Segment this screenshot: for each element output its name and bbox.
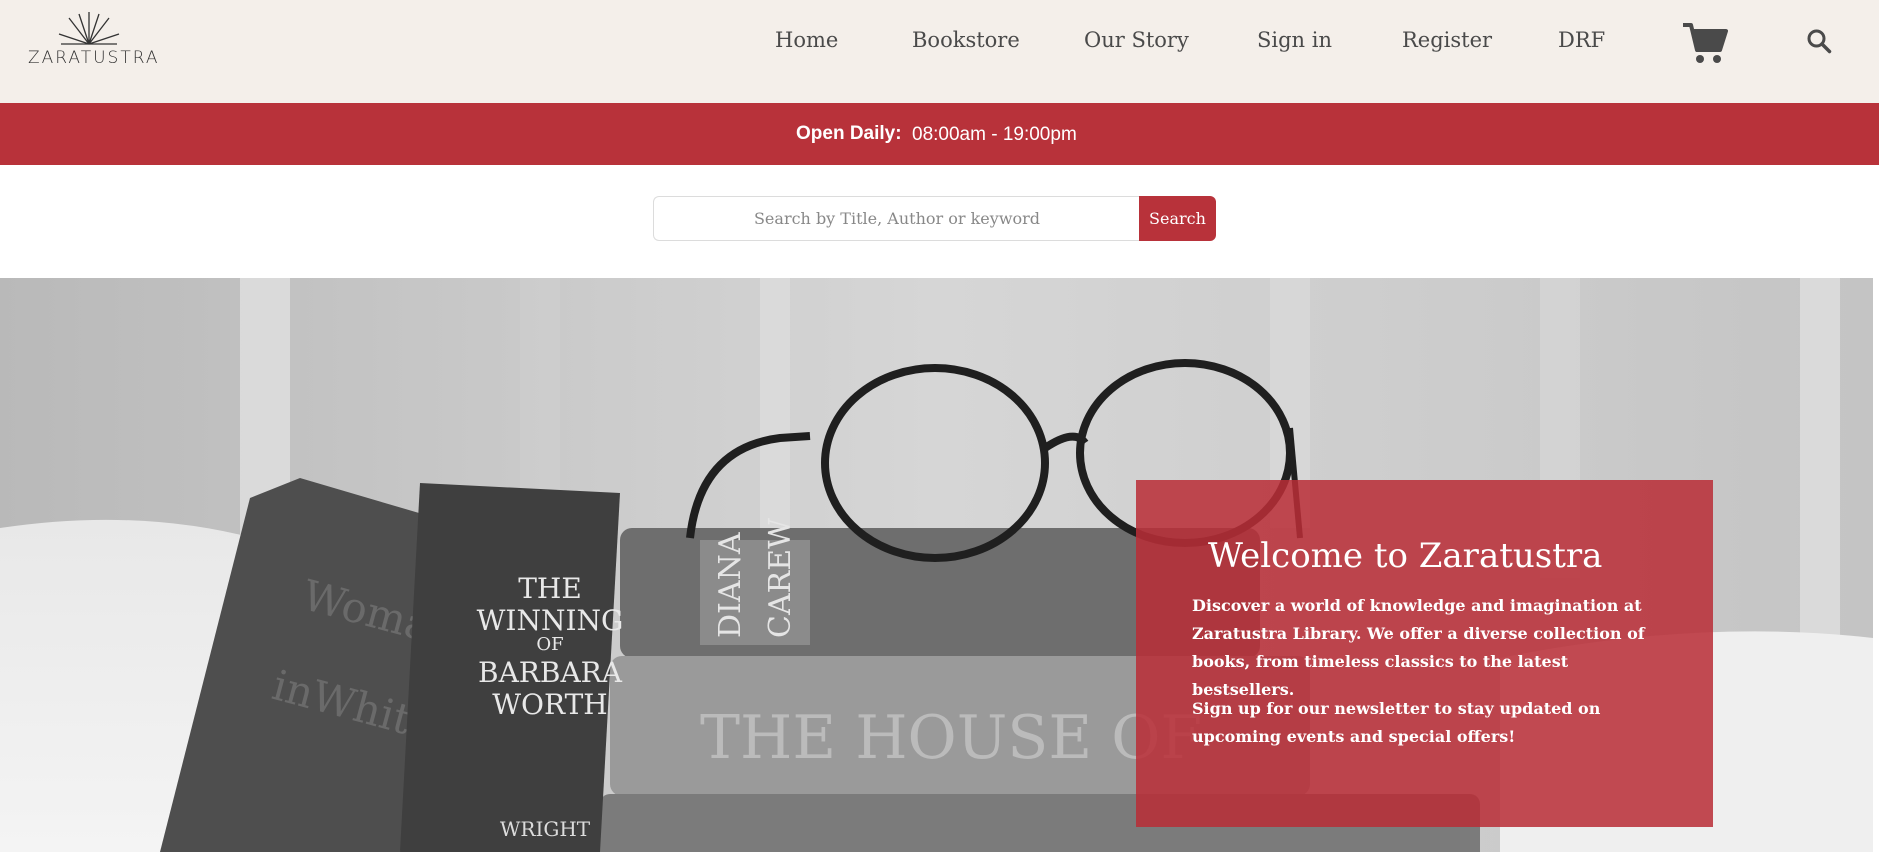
svg-text:DIANA: DIANA [713,532,748,638]
site-header: ZARATUSTRA Home Bookstore Our Story Sign… [0,0,1879,103]
newsletter-invite: Sign up for our newsletter to stay updat… [1192,699,1601,746]
nav-sign-in[interactable]: Sign in [1257,28,1332,52]
nav-bookstore[interactable]: Bookstore [912,28,1020,52]
nav-register[interactable]: Register [1402,28,1492,52]
svg-text:WRIGHT: WRIGHT [500,817,591,841]
brand-name: ZARATUSTRA [28,48,160,68]
svg-text:CAREW: CAREW [763,518,798,638]
magnifier-icon[interactable] [1806,28,1832,54]
welcome-title: Welcome to Zaratustra [1208,536,1603,576]
svg-text:THE HOUSE OF: THE HOUSE OF [700,703,1202,773]
shopping-cart-icon[interactable] [1682,22,1728,64]
welcome-card: Welcome to Zaratustra Discover a world o… [1136,480,1713,827]
hero-section: DIANA CAREW THE HOUSE OF Woman inWhite T… [0,278,1873,852]
svg-text:THE: THE [518,572,582,605]
search-input[interactable] [653,196,1140,241]
brand-logo[interactable]: ZARATUSTRA [28,12,160,74]
nav-drf[interactable]: DRF [1558,28,1605,52]
svg-text:BARBARA: BARBARA [478,656,623,689]
search-bar: Search [653,196,1216,241]
opening-hours-label: Open Daily: [796,123,902,144]
nav-our-story[interactable]: Our Story [1084,28,1189,52]
nav-home[interactable]: Home [775,28,838,52]
opening-hours-value: 08:00am - 19:00pm [912,124,1077,145]
welcome-description: Discover a world of knowledge and imagin… [1192,596,1645,699]
opening-hours-banner: Open Daily: 08:00am - 19:00pm [0,103,1879,165]
rising-sun-book-icon [58,12,120,45]
svg-text:WINNING: WINNING [477,604,624,637]
svg-text:OF: OF [536,634,563,655]
svg-text:WORTH: WORTH [492,688,607,721]
search-button[interactable]: Search [1139,196,1216,241]
